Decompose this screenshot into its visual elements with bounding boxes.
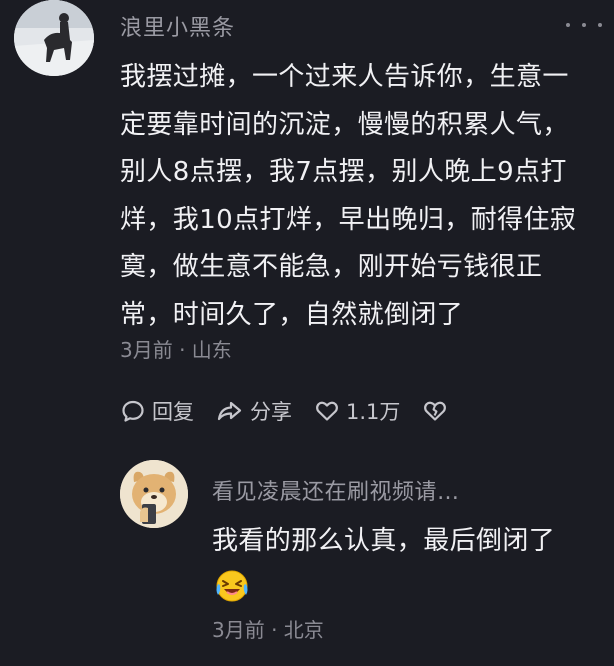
- like-count: 1.1万: [346, 400, 401, 424]
- comment-actions: 回复 分享 1.1万: [120, 396, 476, 426]
- share-icon: [217, 401, 242, 421]
- share-button[interactable]: 分享: [216, 396, 292, 426]
- avatar[interactable]: [14, 0, 94, 76]
- heart-icon: [316, 401, 338, 421]
- reply-text: 我看的那么认真，最后倒闭了: [212, 526, 556, 556]
- dislike-button[interactable]: [422, 398, 454, 424]
- reply-username[interactable]: 看见凌晨还在刷视频请…: [212, 474, 460, 506]
- username[interactable]: 浪里小黑条: [120, 10, 235, 42]
- more-options-icon[interactable]: [566, 20, 602, 30]
- reply-meta: 3月前 · 北京: [212, 618, 324, 642]
- laughing-crying-emoji-icon: [214, 568, 250, 604]
- avatar-image: [14, 0, 94, 76]
- comment-meta: 3月前 · 山东: [120, 338, 232, 362]
- reply-avatar[interactable]: [120, 460, 188, 528]
- reply-button[interactable]: 回复: [120, 396, 194, 426]
- comment-text: 我摆过摊，一个过来人告诉你，生意一定要靠时间的沉淀，慢慢的积累人气，别人8点摆，…: [120, 62, 577, 330]
- reply-label: 回复: [152, 400, 194, 424]
- reply-icon: [122, 400, 144, 422]
- avatar-image: [120, 460, 188, 528]
- share-label: 分享: [250, 400, 292, 424]
- broken-heart-icon: [424, 401, 447, 421]
- like-button[interactable]: 1.1万: [314, 396, 400, 426]
